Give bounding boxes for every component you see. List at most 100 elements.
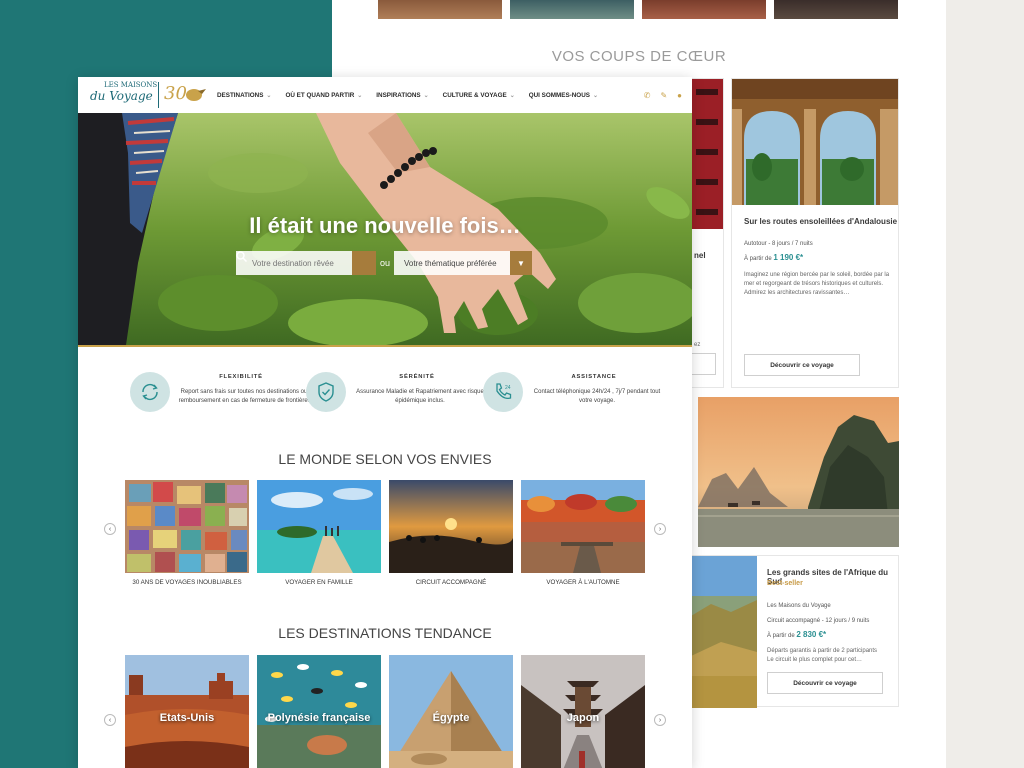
destination-tile-egypte[interactable]: Égypte: [389, 655, 513, 768]
destination-search-input[interactable]: [236, 251, 352, 275]
destination-tile-japon[interactable]: Japon: [521, 655, 645, 768]
site-logo[interactable]: LES MAISONS du Voyage 30: [88, 80, 208, 110]
pencil-icon[interactable]: ✎: [660, 91, 667, 100]
destination-label: Polynésie française: [267, 712, 371, 724]
nav-label: DESTINATIONS: [217, 91, 264, 99]
feature-text: Report sans frais sur toutes nos destina…: [178, 389, 310, 404]
halong-bay-image[interactable]: [698, 397, 899, 547]
feature-text: Assurance Maladie et Rapatriement avec r…: [356, 389, 484, 404]
thumbnail[interactable]: [378, 0, 502, 19]
user-icon[interactable]: ●: [677, 91, 682, 100]
section-tendance-title: LES DESTINATIONS TENDANCE: [278, 625, 492, 641]
nav-icon-group: ✆ ✎ ●: [634, 77, 682, 113]
alhambra-arches-image: [732, 79, 898, 205]
tile-label: VOYAGER EN FAMILLE: [285, 579, 353, 586]
chevron-down-icon: ⌄: [357, 92, 363, 99]
refresh-icon: [130, 372, 170, 412]
chevron-down-icon: ⌄: [509, 92, 515, 99]
tile-label: 30 ANS DE VOYAGES INOUBLIABLES: [132, 579, 242, 586]
globe-icon: [186, 89, 206, 101]
autumn-lake-image: [521, 480, 645, 573]
discover-trip-button[interactable]: Découvrir ce voyage: [744, 354, 860, 376]
thumbnail[interactable]: [774, 0, 898, 19]
best-seller-badge: Best-seller: [767, 580, 803, 587]
hero-accent-line: [78, 345, 692, 347]
feature-title: ASSISTANCE: [571, 374, 617, 380]
card-image: [690, 79, 723, 229]
feature-assistance: 24 ASSISTANCE Contact téléphonique 24h/2…: [483, 369, 663, 425]
pagoda-image: [690, 79, 723, 229]
shield-check-icon: [306, 372, 346, 412]
nav-label: QUI SOMMES-NOUS: [528, 91, 590, 99]
card-image: [691, 556, 757, 708]
thumbnail[interactable]: [642, 0, 766, 19]
card-title-fragment: nel: [694, 251, 706, 260]
tile-label: VOYAGER À L'AUTOMNE: [546, 579, 620, 586]
phone-icon[interactable]: ✆: [644, 91, 651, 100]
envie-tile-30-ans[interactable]: [125, 480, 249, 573]
feature-serenite: SÉRÉNITÉ Assurance Maladie et Rapatrieme…: [306, 369, 486, 425]
card-description: Imaginez une région bercée par le soleil…: [744, 272, 890, 296]
card-title: Sur les routes ensoleillées d'Andalousie: [744, 217, 898, 226]
nav-ou-et-quand-partir[interactable]: OÙ ET QUAND PARTIR ⌄: [285, 92, 362, 99]
nav-inspirations[interactable]: INSPIRATIONS ⌄: [376, 92, 428, 99]
carousel-next-button[interactable]: ›: [654, 714, 666, 726]
nav-culture-et-voyage[interactable]: CULTURE & VOYAGE ⌄: [443, 92, 515, 99]
phone-24-icon: 24: [483, 372, 523, 412]
envie-tile-circuit[interactable]: [389, 480, 513, 573]
nav-label: CULTURE & VOYAGE: [442, 91, 507, 99]
chevron-right-icon: ›: [658, 716, 662, 724]
carousel-prev-button[interactable]: ‹: [104, 714, 116, 726]
logo-divider: [158, 82, 159, 108]
feature-text: Contact téléphonique 24h/24 , 7j/7 penda…: [533, 389, 661, 404]
feature-title: SÉRÉNITÉ: [399, 374, 435, 380]
price-value: 2 830 €*: [796, 630, 827, 639]
search-button[interactable]: [236, 251, 376, 275]
carousel-prev-button[interactable]: ‹: [104, 523, 116, 535]
partial-card[interactable]: nel ez: [686, 78, 724, 388]
card-operator: Les Maisons du Voyage: [767, 603, 831, 609]
destination-tile-polynesie[interactable]: Polynésie française: [257, 655, 381, 768]
nav-qui-sommes-nous[interactable]: QUI SOMMES-NOUS ⌄: [529, 92, 598, 99]
discover-trip-button[interactable]: Découvrir ce voyage: [767, 672, 883, 694]
price-value: 1 190 €*: [773, 253, 804, 262]
feature-flexibilite: FLEXIBILITÉ Report sans frais sur toutes…: [130, 369, 310, 425]
search-icon: [236, 251, 247, 262]
envie-tile-automne[interactable]: [521, 480, 645, 573]
card-meta: Circuit accompagné - 12 jours / 9 nuits: [767, 618, 870, 624]
destination-label: Égypte: [432, 712, 470, 724]
chevron-left-icon: ‹: [108, 525, 112, 533]
top-thumbnails-strip: [378, 0, 900, 19]
nav-label: INSPIRATIONS: [376, 91, 421, 99]
main-menu: DESTINATIONS ⌄ OÙ ET QUAND PARTIR ⌄ INSPIR…: [217, 77, 612, 113]
front-page-screenshot: LES MAISONS du Voyage 30 DESTINATIONS ⌄ O…: [78, 77, 692, 768]
theme-dropdown-button[interactable]: ▼: [510, 251, 533, 275]
carousel-next-button[interactable]: ›: [654, 523, 666, 535]
nav-destinations[interactable]: DESTINATIONS ⌄: [217, 92, 271, 99]
chevron-down-icon: ⌄: [423, 92, 429, 99]
card-price: À partir de 1 190 €*: [744, 253, 803, 262]
afrique-du-sud-card[interactable]: Les grands sites de l'Afrique du Sud Bes…: [690, 555, 899, 708]
card-image: [732, 79, 898, 205]
or-separator: ou: [380, 258, 391, 268]
theme-select[interactable]: Votre thématique préférée: [394, 251, 511, 275]
sunset-group-image: [389, 480, 513, 573]
chevron-down-icon: ⌄: [266, 92, 272, 99]
thumbnail[interactable]: [510, 0, 634, 19]
beach-pier-image: [257, 480, 381, 573]
price-prefix: À partir de: [767, 633, 795, 639]
destination-tile-etats-unis[interactable]: Etats-Unis: [125, 655, 249, 768]
hero-title: Il était une nouvelle fois…: [249, 213, 521, 238]
chevron-left-icon: ‹: [108, 716, 112, 724]
features-row: FLEXIBILITÉ Report sans frais sur toutes…: [78, 369, 692, 425]
hero-search-bar: ou Votre thématique préférée ▼: [236, 251, 533, 275]
card-description: Départs garantis à partir de 2 participa…: [767, 648, 878, 663]
hero-banner: Il était une nouvelle fois… ou Votre thé…: [78, 113, 692, 345]
envie-tile-famille[interactable]: [257, 480, 381, 573]
card-price: À partir de 2 830 €*: [767, 630, 826, 639]
feature-title: FLEXIBILITÉ: [219, 374, 263, 380]
logo-line1: LES MAISONS: [104, 81, 158, 89]
card-desc-fragment: ez: [694, 342, 701, 348]
stamps-image: [125, 480, 249, 573]
andalousie-card[interactable]: Sur les routes ensoleillées d'Andalousie…: [731, 78, 899, 388]
